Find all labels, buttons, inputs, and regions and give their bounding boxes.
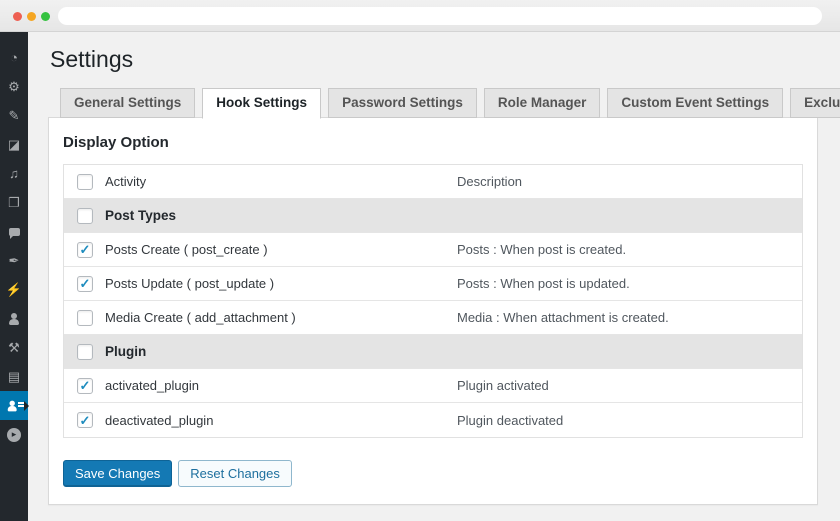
table-row-activated-plugin: ✓ activated_plugin Plugin activated [64,369,802,403]
dashboard-icon: ◔ [10,51,18,64]
group-label: Post Types [105,208,457,223]
users-icon [8,313,20,325]
sidebar-item-settings-gear[interactable]: ⚙ [0,72,28,101]
sidebar-item-activity-log[interactable] [0,391,28,420]
comments-icon [9,228,20,236]
sidebar-item-collapse[interactable]: ▸ [0,420,28,449]
column-header-description: Description [457,174,802,189]
sidebar-item-plugins[interactable]: ⚡ [0,275,28,304]
row-checkbox-add-attachment[interactable] [77,310,93,326]
sidebar-item-dashboard[interactable]: ◔ [0,43,28,72]
sidebar-item-media[interactable]: ◪ [0,130,28,159]
admin-sidebar: ◔ ⚙ ✎ ◪ ♫ ❐ ✒ ⚡ ⚒ ▤ ▸ [0,32,28,521]
activity-label: Posts Create ( post_create ) [105,242,457,257]
row-checkbox-post-create[interactable]: ✓ [77,242,93,258]
tab-password-settings[interactable]: Password Settings [328,88,477,118]
sidebar-item-appearance[interactable]: ✒ [0,246,28,275]
address-bar[interactable] [58,7,822,25]
form-actions: Save Changes Reset Changes [63,460,803,487]
description-label: Plugin deactivated [457,413,802,428]
tab-exclude-log[interactable]: Exclude Log [790,88,840,118]
description-label: Media : When attachment is created. [457,310,802,325]
group-label: Plugin [105,344,457,359]
group-checkbox-plugin[interactable] [77,344,93,360]
select-all-checkbox[interactable] [77,174,93,190]
group-checkbox-post-types[interactable] [77,208,93,224]
save-changes-button[interactable]: Save Changes [63,460,172,487]
sidebar-item-settings[interactable]: ▤ [0,362,28,391]
sidebar-item-formats[interactable]: ♫ [0,159,28,188]
tab-hook-settings[interactable]: Hook Settings [202,88,321,119]
row-checkbox-post-update[interactable]: ✓ [77,276,93,292]
row-checkbox-activated-plugin[interactable]: ✓ [77,378,93,394]
table-header-row: Activity Description [64,165,802,199]
sidebar-item-pages[interactable]: ❐ [0,188,28,217]
table-row-post-create: ✓ Posts Create ( post_create ) Posts : W… [64,233,802,267]
column-header-activity: Activity [105,174,457,189]
activity-log-icon [7,400,18,411]
pages-icon: ❐ [8,196,20,209]
table-row-add-attachment: Media Create ( add_attachment ) Media : … [64,301,802,335]
description-label: Posts : When post is updated. [457,276,802,291]
close-window-button[interactable] [13,12,22,21]
format-icon: ♫ [9,167,19,180]
table-row-post-update: ✓ Posts Update ( post_update ) Posts : W… [64,267,802,301]
hook-settings-panel: Display Option Activity Description Post… [48,117,818,505]
page-title: Settings [50,46,133,73]
sidebar-item-posts[interactable]: ✎ [0,101,28,130]
media-icon: ◪ [8,138,20,151]
tab-custom-event-settings[interactable]: Custom Event Settings [607,88,783,118]
row-checkbox-deactivated-plugin[interactable]: ✓ [77,412,93,428]
group-row-plugin: Plugin [64,335,802,369]
table-row-deactivated-plugin: ✓ deactivated_plugin Plugin deactivated [64,403,802,437]
activity-label: deactivated_plugin [105,413,457,428]
settings-sliders-icon: ▤ [8,370,20,383]
settings-tabs: General Settings Hook Settings Password … [60,88,840,119]
gear-icon: ⚙ [8,80,20,93]
activity-label: Media Create ( add_attachment ) [105,310,457,325]
activity-label: Posts Update ( post_update ) [105,276,457,291]
description-label: Plugin activated [457,378,802,393]
maximize-window-button[interactable] [41,12,50,21]
group-row-post-types: Post Types [64,199,802,233]
browser-titlebar [0,0,840,32]
sidebar-item-comments[interactable] [0,217,28,246]
activity-label: activated_plugin [105,378,457,393]
sidebar-item-tools[interactable]: ⚒ [0,333,28,362]
tab-role-manager[interactable]: Role Manager [484,88,601,118]
display-option-heading: Display Option [63,134,803,151]
minimize-window-button[interactable] [27,12,36,21]
sidebar-item-users[interactable] [0,304,28,333]
reset-changes-button[interactable]: Reset Changes [178,460,292,487]
description-label: Posts : When post is created. [457,242,802,257]
tab-general-settings[interactable]: General Settings [60,88,195,118]
plugins-icon: ⚡ [6,283,22,296]
collapse-icon: ▸ [7,428,21,442]
window-controls [13,12,50,21]
tools-icon: ⚒ [8,341,20,354]
activity-table: Activity Description Post Types ✓ Posts … [63,164,803,438]
pushpin-icon: ✎ [9,109,20,122]
appearance-icon: ✒ [9,254,20,267]
